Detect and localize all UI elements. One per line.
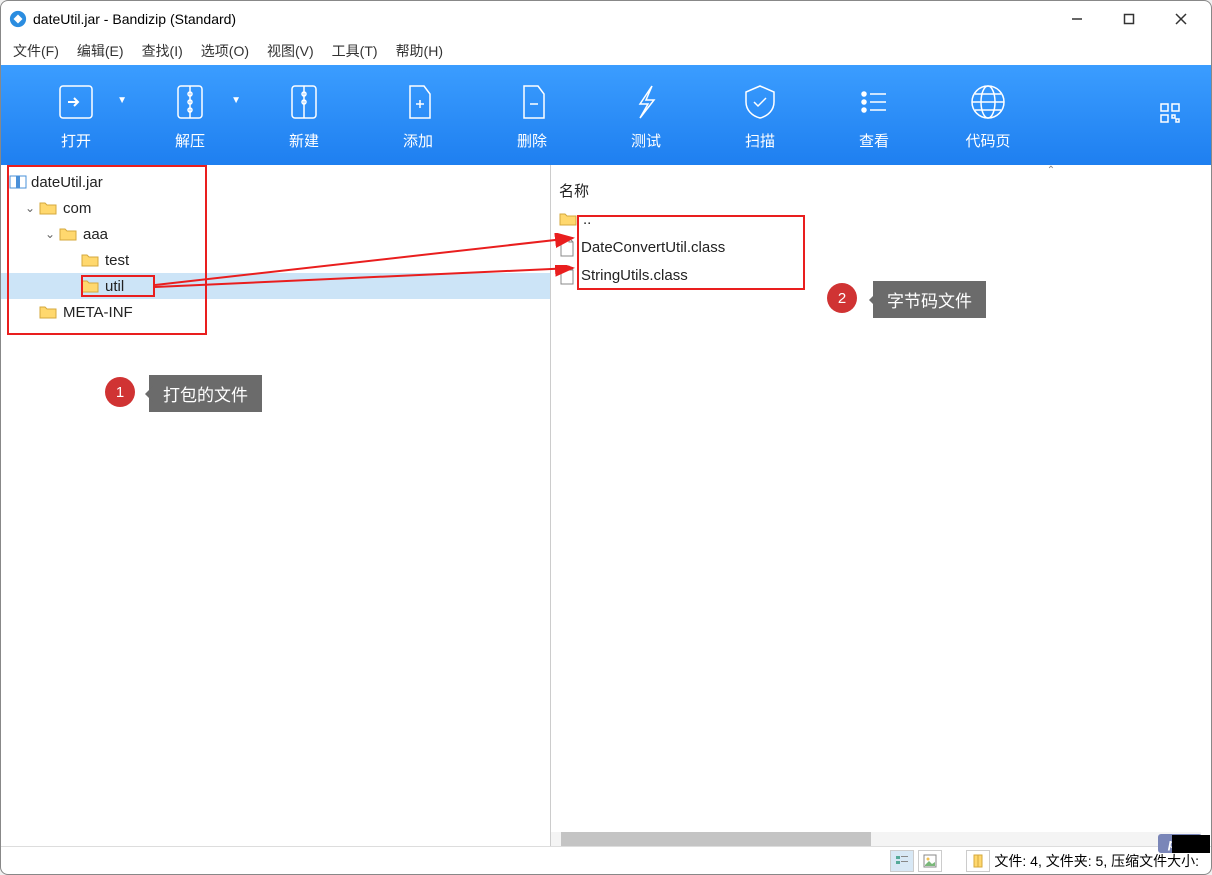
tree-util-item[interactable]: util xyxy=(1,273,550,299)
column-header-name[interactable]: 名称 xyxy=(551,176,1211,205)
menu-file[interactable]: 文件(F) xyxy=(13,41,59,61)
menu-options[interactable]: 选项(O) xyxy=(201,41,249,61)
horizontal-scrollbar[interactable] xyxy=(551,832,1201,846)
statusbar: 文件: 4, 文件夹: 5, 压缩文件大小: xyxy=(1,846,1211,874)
new-label: 新建 xyxy=(289,130,319,151)
scrollbar-thumb[interactable] xyxy=(561,832,871,846)
delete-button[interactable]: 删除 xyxy=(477,75,587,155)
test-label: 测试 xyxy=(631,130,661,151)
test-button[interactable]: 测试 xyxy=(591,75,701,155)
view-label: 查看 xyxy=(859,130,889,151)
app-window: dateUtil.jar - Bandizip (Standard) 文件(F)… xyxy=(0,0,1212,875)
file-icon xyxy=(559,237,575,257)
tree-util-label: util xyxy=(105,278,124,295)
app-icon xyxy=(9,10,27,28)
annotation-label-1: 打包的文件 xyxy=(149,375,262,412)
parent-label: .. xyxy=(583,211,591,228)
tree-com-item[interactable]: ⌄ com xyxy=(1,195,550,221)
sort-indicator: ⌃ xyxy=(551,165,1211,176)
tree-test-label: test xyxy=(105,252,129,269)
list-pane: ⌃ 名称 .. DateConvertUtil.class StringUtil… xyxy=(551,165,1211,846)
view-mode-details[interactable] xyxy=(890,850,914,872)
menu-edit[interactable]: 编辑(E) xyxy=(77,41,124,61)
annotation-label-2: 字节码文件 xyxy=(873,281,986,318)
tree-aaa-item[interactable]: ⌄ aaa xyxy=(1,221,550,247)
folder-icon xyxy=(39,201,57,215)
chevron-down-icon: ▼ xyxy=(117,95,127,106)
add-label: 添加 xyxy=(403,130,433,151)
file-icon xyxy=(559,265,575,285)
main-content: dateUtil.jar ⌄ com ⌄ aaa test util xyxy=(1,165,1211,846)
folder-icon xyxy=(81,279,99,293)
watermark-box xyxy=(1172,835,1210,853)
codepage-button[interactable]: 代码页 xyxy=(933,75,1043,155)
tree-aaa-label: aaa xyxy=(83,226,108,243)
status-view-icons xyxy=(890,850,990,872)
tree-root-item[interactable]: dateUtil.jar xyxy=(1,169,550,195)
tree-root-label: dateUtil.jar xyxy=(31,174,103,191)
folder-icon xyxy=(81,253,99,267)
open-label: 打开 xyxy=(61,130,91,151)
folder-icon xyxy=(59,227,77,241)
tree-pane: dateUtil.jar ⌄ com ⌄ aaa test util xyxy=(1,165,551,846)
add-button[interactable]: 添加 xyxy=(363,75,473,155)
tree-test-item[interactable]: test xyxy=(1,247,550,273)
view-mode-archive[interactable] xyxy=(966,850,990,872)
extract-label: 解压 xyxy=(175,130,205,151)
delete-label: 删除 xyxy=(517,130,547,151)
folder-icon xyxy=(559,212,577,226)
annotation-badge-1: 1 xyxy=(105,377,135,407)
status-text: 文件: 4, 文件夹: 5, 压缩文件大小: xyxy=(994,851,1199,871)
tree-com-label: com xyxy=(63,200,91,217)
window-title: dateUtil.jar - Bandizip (Standard) xyxy=(33,11,1055,27)
extract-button[interactable]: ▼ 解压 xyxy=(135,75,245,155)
view-button[interactable]: 查看 xyxy=(819,75,929,155)
annotation-badge-2: 2 xyxy=(827,283,857,313)
titlebar: dateUtil.jar - Bandizip (Standard) xyxy=(1,1,1211,37)
menu-view[interactable]: 视图(V) xyxy=(267,41,314,61)
grid-view-button[interactable] xyxy=(1159,102,1181,129)
tree-metainf-item[interactable]: META-INF xyxy=(1,299,550,325)
file-name: DateConvertUtil.class xyxy=(581,239,725,256)
toolbar: ▼ 打开 ▼ 解压 新建 添加 删除 测试 扫描 查看 xyxy=(1,65,1211,165)
scan-button[interactable]: 扫描 xyxy=(705,75,815,155)
chevron-down-icon: ▼ xyxy=(231,95,241,106)
menubar: 文件(F) 编辑(E) 查找(I) 选项(O) 视图(V) 工具(T) 帮助(H… xyxy=(1,37,1211,65)
window-controls xyxy=(1055,4,1203,34)
tree-metainf-label: META-INF xyxy=(63,304,133,321)
menu-help[interactable]: 帮助(H) xyxy=(396,41,443,61)
menu-tools[interactable]: 工具(T) xyxy=(332,41,378,61)
parent-folder-row[interactable]: .. xyxy=(551,205,1211,233)
open-button[interactable]: ▼ 打开 xyxy=(21,75,131,155)
new-button[interactable]: 新建 xyxy=(249,75,359,155)
codepage-label: 代码页 xyxy=(965,130,1010,151)
chevron-down-icon: ⌄ xyxy=(25,201,39,215)
file-name: StringUtils.class xyxy=(581,267,688,284)
archive-icon xyxy=(9,175,27,189)
scan-label: 扫描 xyxy=(745,130,775,151)
menu-find[interactable]: 查找(I) xyxy=(142,41,183,61)
view-mode-image[interactable] xyxy=(918,850,942,872)
folder-icon xyxy=(39,305,57,319)
minimize-button[interactable] xyxy=(1055,4,1099,34)
chevron-down-icon: ⌄ xyxy=(45,227,59,241)
file-row[interactable]: DateConvertUtil.class xyxy=(551,233,1211,261)
maximize-button[interactable] xyxy=(1107,4,1151,34)
close-button[interactable] xyxy=(1159,4,1203,34)
